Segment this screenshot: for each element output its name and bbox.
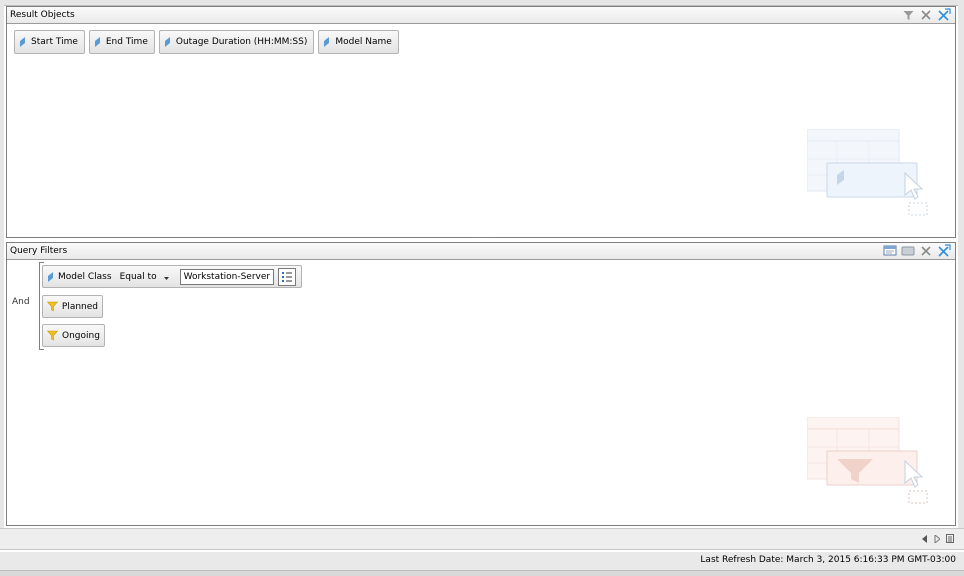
filter-planned[interactable]: Planned [42,295,103,318]
filter-value-input[interactable]: Workstation-Server [179,268,275,285]
filter-operator-label: Equal to [119,271,157,282]
result-objects-panel[interactable]: Result Objects Start Time End Time Outag… [6,6,956,238]
result-object-end-time[interactable]: End Time [88,30,155,54]
query-filters-title: Query Filters [10,246,68,256]
prev-icon[interactable] [922,534,928,546]
add-filter-icon[interactable] [883,244,897,258]
close-icon[interactable] [919,244,933,258]
menu-icon[interactable] [946,534,954,546]
result-object-label: Start Time [31,37,78,47]
close-icon[interactable] [919,8,933,22]
filter-object-label: Ongoing [62,330,100,341]
window-bottom-edge [0,570,964,576]
logic-operator-label[interactable]: And [12,297,30,307]
subquery-icon[interactable] [901,244,915,258]
result-object-label: End Time [105,37,148,47]
result-objects-list: Start Time End Time Outage Duration (HH:… [14,30,399,54]
clear-all-icon[interactable] [937,244,951,258]
query-filters-header: Query Filters [7,243,955,260]
next-icon[interactable] [934,533,941,546]
chevron-down-icon [163,276,169,280]
filter-model-class[interactable]: Model Class Equal to Workstation-Server [42,265,302,288]
result-objects-title: Result Objects [10,10,75,20]
filter-icon[interactable] [901,8,915,22]
result-object-start-time[interactable]: Start Time [14,30,85,54]
predefined-filter-icon [47,330,58,341]
result-object-model-name[interactable]: Model Name [318,30,399,54]
panel-splitter[interactable] [474,237,490,240]
window-left-edge [0,5,4,528]
filter-ongoing[interactable]: Ongoing [42,324,105,347]
clear-all-icon[interactable] [937,8,951,22]
value-list-button[interactable] [278,267,297,286]
filter-operator-dropdown[interactable]: Equal to [120,272,170,282]
result-object-outage-duration[interactable]: Outage Duration (HH:MM:SS) [158,30,315,54]
dimension-icon [94,37,100,47]
dimension-icon [164,37,170,47]
dimension-icon [20,37,25,47]
filter-object-label: Planned [61,301,98,312]
result-objects-header: Result Objects [7,7,955,24]
drop-filters-watermark-icon [807,417,928,504]
navigation-bar [0,528,964,550]
status-bar: Last Refresh Date: March 3, 2015 6:16:33… [0,552,964,570]
window-right-edge [958,5,964,528]
last-refresh-date: Last Refresh Date: March 3, 2015 6:16:33… [700,555,956,565]
result-object-label: Outage Duration (HH:MM:SS) [175,37,308,47]
result-object-label: Model Name [335,37,392,47]
dimension-icon [48,271,53,282]
predefined-filter-icon [47,301,58,312]
drop-objects-watermark-icon [807,129,928,216]
filter-object-label: Model Class [58,271,112,282]
list-values-icon [282,271,293,282]
dimension-icon [324,37,330,47]
